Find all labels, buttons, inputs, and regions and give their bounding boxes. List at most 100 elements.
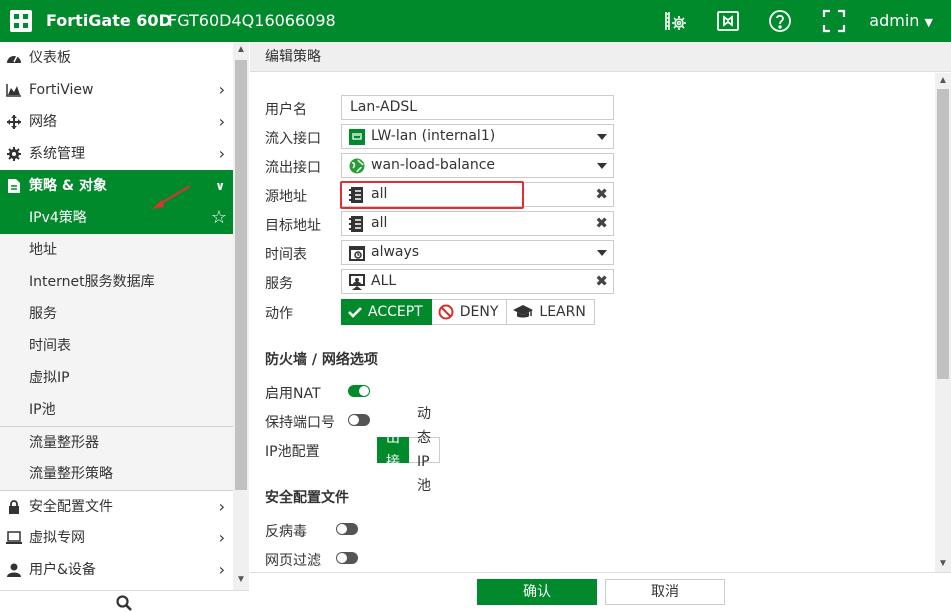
scroll-down-icon[interactable]: ▼ — [938, 558, 948, 569]
dropdown-caret-icon — [597, 134, 607, 140]
globe-icon — [349, 158, 365, 174]
sidebar-item-fortiview[interactable]: FortiView › — [0, 74, 233, 106]
accept-label: ACCEPT — [368, 304, 423, 320]
sidebar-subitem-traffic-shapers[interactable]: 流量整形器 — [0, 426, 233, 458]
laptop-icon — [6, 531, 22, 544]
fullscreen-icon[interactable] — [822, 9, 846, 33]
device-serial: FGT60D4Q16066098 — [168, 11, 336, 30]
sidebar-item-security-profiles[interactable]: 安全配置文件 › — [0, 490, 233, 522]
policy-icon — [8, 179, 20, 193]
field-label: 反病毒 — [265, 524, 307, 540]
service-value: ALL — [371, 273, 397, 289]
sidebar-subitem-ipv4-policy[interactable]: IPv4策略 ☆ — [0, 202, 233, 234]
main-scrollbar[interactable]: ▲ ▼ — [935, 73, 951, 572]
field-label: 服务 — [265, 276, 293, 292]
name-value: Lan-ADSL — [350, 99, 418, 115]
chevron-down-icon: ∨ — [215, 179, 225, 193]
sidebar-subitem-services[interactable]: 服务 — [0, 298, 233, 330]
cancel-button[interactable]: 取消 — [605, 579, 725, 605]
firewall-section-title: 防火墙 / 网络选项 — [265, 352, 378, 368]
graduation-cap-icon — [513, 305, 534, 318]
service-icon — [349, 274, 365, 290]
help-icon[interactable] — [768, 9, 792, 33]
sidebar: 仪表板 FortiView › 网络 › 系统管理 › 策略 & 对象 ∨ IP… — [0, 42, 249, 612]
clear-x-icon[interactable]: ✖ — [595, 185, 608, 203]
sidebar-item-label: 策略 & 对象 — [29, 178, 107, 194]
user-menu[interactable]: admin ▼ — [869, 11, 933, 30]
field-label: IP池配置 — [265, 444, 320, 460]
video-icon[interactable] — [716, 9, 740, 33]
sidebar-item-label: 服务 — [29, 306, 57, 322]
field-label: 流入接口 — [265, 131, 321, 147]
action-selector: ACCEPT DENY LEARN — [341, 299, 595, 325]
sidebar-item-label: 流量整形策略 — [29, 466, 113, 482]
chevron-right-icon: › — [218, 497, 225, 516]
antivirus-toggle[interactable] — [336, 523, 358, 535]
field-label: 流出接口 — [265, 160, 321, 176]
sidebar-item-label: 系统管理 — [29, 146, 85, 162]
search-icon[interactable] — [116, 595, 132, 611]
field-label: 源地址 — [265, 189, 307, 205]
scroll-up-icon[interactable]: ▲ — [236, 44, 246, 55]
settings-terminal-icon[interactable] — [664, 9, 688, 33]
scrollbar-thumb[interactable] — [937, 89, 949, 379]
sidebar-subitem-address[interactable]: 地址 — [0, 234, 233, 266]
dynamic-ippool-button[interactable]: 动态IP池 — [409, 406, 440, 494]
ethernet-port-icon — [349, 129, 365, 145]
sidebar-search[interactable] — [0, 590, 249, 612]
outgoing-interface-select[interactable]: wan-load-balance — [341, 153, 614, 178]
service-select[interactable]: ALL ✖ — [341, 269, 614, 294]
option-label: 动态IP池 — [417, 406, 431, 494]
clear-x-icon[interactable]: ✖ — [595, 214, 608, 232]
sidebar-subitem-ip-pool[interactable]: IP池 — [0, 394, 233, 426]
sidebar-item-vpn[interactable]: 虚拟专网 › — [0, 522, 233, 554]
sidebar-subitem-virtual-ip[interactable]: 虚拟IP — [0, 362, 233, 394]
annotation-highlight-box — [340, 181, 524, 209]
sidebar-item-policy-objects[interactable]: 策略 & 对象 ∨ — [0, 170, 233, 202]
deny-button[interactable]: DENY — [431, 299, 508, 325]
learn-button[interactable]: LEARN — [507, 299, 595, 325]
preserve-port-toggle[interactable] — [348, 414, 370, 426]
user-name: admin — [869, 11, 920, 30]
clear-x-icon[interactable]: ✖ — [595, 272, 608, 290]
form-footer: 确认 取消 — [250, 572, 951, 612]
accept-button[interactable]: ACCEPT — [341, 299, 432, 325]
use-outgoing-interface-button[interactable]: 使用流出接口地址 — [377, 358, 409, 542]
incoming-interface-select[interactable]: LW-lan (internal1) — [341, 124, 614, 149]
sidebar-item-label: 虚拟IP — [29, 370, 70, 386]
sidebar-item-label: 网络 — [29, 114, 57, 130]
scroll-down-icon[interactable]: ▼ — [236, 574, 246, 585]
ok-button[interactable]: 确认 — [477, 579, 597, 605]
lock-icon — [9, 500, 19, 514]
sidebar-subitem-traffic-shaping-policy[interactable]: 流量整形策略 — [0, 458, 233, 490]
main-panel: 编辑策略 用户名 Lan-ADSL 流入接口 LW-lan (internal1… — [250, 42, 951, 612]
sidebar-item-user-device[interactable]: 用户&设备 › — [0, 554, 233, 586]
chart-icon — [6, 84, 21, 97]
sidebar-subitem-schedules[interactable]: 时间表 — [0, 330, 233, 362]
dropdown-caret-icon — [597, 250, 607, 256]
deny-label: DENY — [459, 304, 499, 320]
chevron-right-icon: › — [218, 560, 225, 579]
security-section-title: 安全配置文件 — [265, 490, 349, 506]
star-icon[interactable]: ☆ — [211, 202, 227, 234]
sidebar-subitem-internet-service-db[interactable]: Internet服务数据库 — [0, 266, 233, 298]
nat-toggle[interactable] — [348, 385, 370, 397]
webfilter-toggle[interactable] — [336, 552, 358, 564]
sidebar-item-label: Internet服务数据库 — [29, 274, 155, 290]
sidebar-scrollbar[interactable]: ▲ ▼ — [233, 42, 249, 590]
option-label: 使用流出接口地址 — [386, 358, 400, 542]
sidebar-item-system[interactable]: 系统管理 › — [0, 138, 233, 170]
sidebar-item-label: 虚拟专网 — [29, 530, 85, 546]
destination-address-select[interactable]: all ✖ — [341, 211, 614, 236]
scrollbar-thumb[interactable] — [235, 60, 247, 490]
sidebar-item-dashboard[interactable]: 仪表板 — [0, 42, 233, 74]
caret-down-icon: ▼ — [924, 16, 933, 29]
policy-form: 用户名 Lan-ADSL 流入接口 LW-lan (internal1) 流出接… — [250, 73, 936, 572]
gear-icon — [7, 147, 21, 161]
name-input[interactable]: Lan-ADSL — [341, 95, 614, 120]
page-title: 编辑策略 — [250, 42, 951, 72]
sidebar-item-network[interactable]: 网络 › — [0, 106, 233, 138]
field-label: 目标地址 — [265, 218, 321, 234]
scroll-up-icon[interactable]: ▲ — [938, 75, 948, 86]
schedule-select[interactable]: always — [341, 240, 614, 265]
